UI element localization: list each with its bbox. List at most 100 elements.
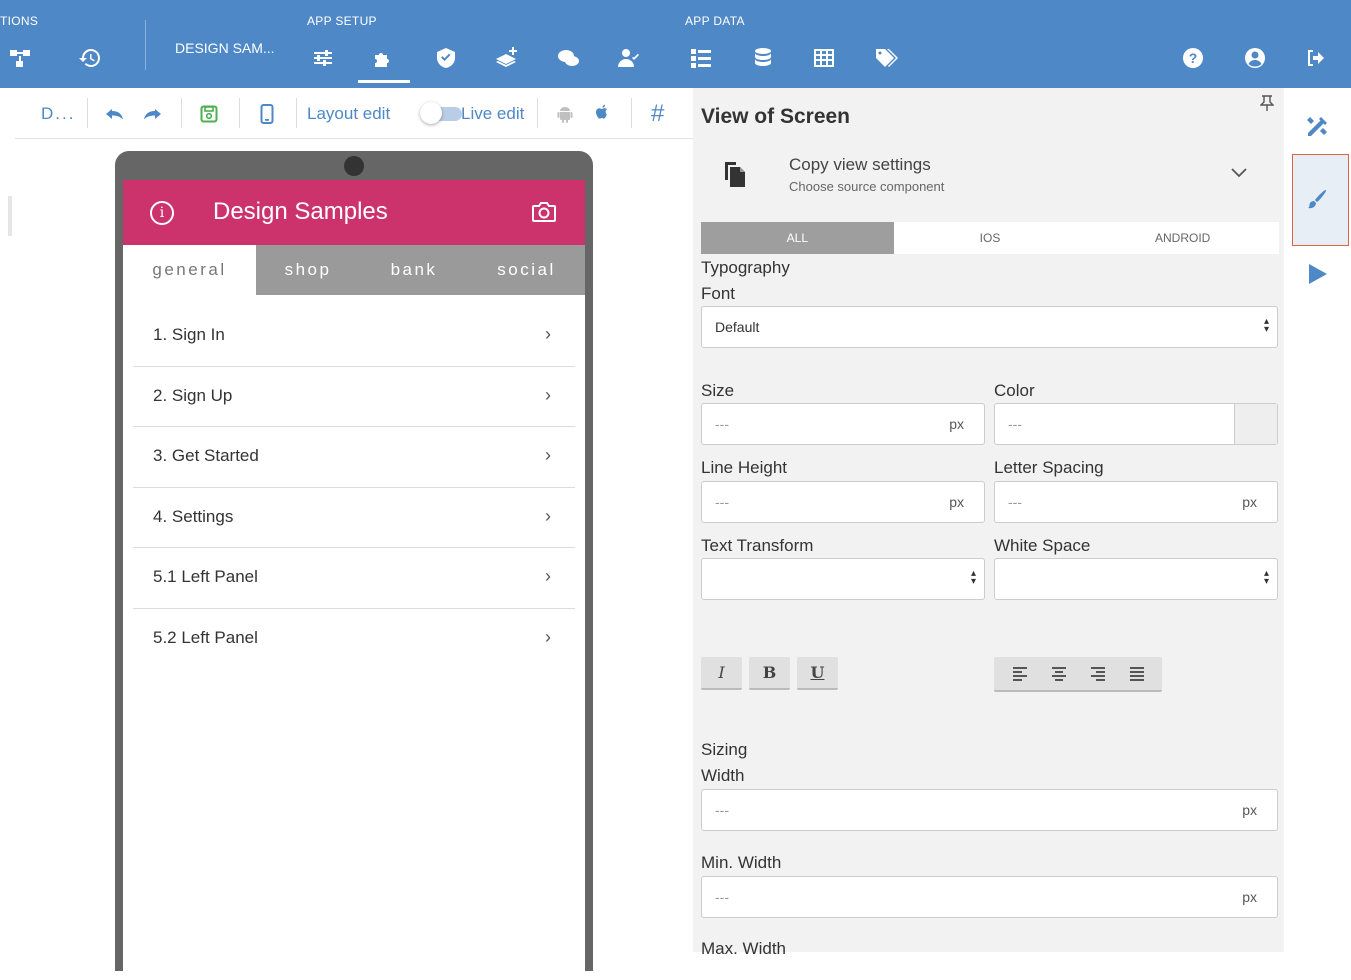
flow-icon[interactable] (6, 44, 34, 72)
placeholder: --- (715, 494, 729, 510)
svg-text:?: ? (1189, 50, 1198, 66)
shield-icon[interactable] (432, 44, 460, 72)
align-center-icon[interactable] (1051, 665, 1066, 683)
screen-selector[interactable]: D... (41, 88, 75, 139)
list-item[interactable]: 3. Get Started › (133, 427, 575, 488)
hash-button[interactable]: # (651, 88, 664, 139)
save-icon[interactable] (200, 88, 218, 139)
database-icon[interactable] (749, 44, 777, 72)
app-name[interactable]: DESIGN SAM... (175, 40, 275, 56)
underline-button[interactable]: U (797, 657, 838, 690)
info-icon[interactable]: i (150, 201, 174, 225)
text-align-group (994, 657, 1162, 692)
live-edit-label: Live edit (461, 103, 525, 123)
color-swatch[interactable] (1234, 404, 1277, 444)
tab-social[interactable]: social (468, 245, 585, 295)
chat-icon[interactable] (554, 44, 582, 72)
user-check-icon[interactable] (615, 44, 643, 72)
font-label: Font (701, 284, 736, 303)
font-value: Default (715, 319, 760, 335)
edit-mode-toggle[interactable] (420, 102, 462, 124)
color-input[interactable]: --- (994, 403, 1278, 445)
list-item-label: 4. Settings (153, 506, 234, 526)
layout-edit-label: Layout edit (307, 103, 391, 123)
chevron-down-icon[interactable] (1231, 162, 1247, 183)
line-height-label: Line Height (701, 458, 788, 477)
list-item[interactable]: 5.2 Left Panel › (133, 609, 575, 670)
paint-brush-icon[interactable] (1304, 187, 1330, 213)
max-width-label: Max. Width (701, 939, 787, 958)
redo-icon[interactable] (142, 88, 162, 139)
chevron-right-icon: › (545, 445, 551, 465)
italic-button[interactable]: I (701, 657, 742, 690)
select-caret-icon: ▴ ▾ (1263, 568, 1269, 587)
unit-label: px (1242, 494, 1257, 510)
right-tool-bar (1284, 88, 1351, 952)
tab-general[interactable]: general (123, 245, 256, 295)
bold-button[interactable]: B (749, 657, 790, 690)
unit-label: px (949, 416, 964, 432)
placeholder: --- (1008, 416, 1022, 432)
list-item[interactable]: 2. Sign Up › (133, 367, 575, 427)
list-item[interactable]: 5.1 Left Panel › (133, 548, 575, 609)
unit-label: px (949, 494, 964, 510)
unit-label: px (1242, 889, 1257, 905)
letter-spacing-input[interactable]: --- px (994, 481, 1278, 523)
align-right-icon[interactable] (1090, 665, 1105, 683)
tags-icon[interactable] (872, 44, 900, 72)
tab-shop[interactable]: shop (256, 245, 360, 295)
select-caret-icon: ▴ ▾ (970, 568, 976, 587)
settings-sliders-icon[interactable] (309, 44, 337, 72)
white-space-select[interactable]: ▴ ▾ (994, 558, 1278, 600)
puzzle-icon[interactable] (369, 44, 397, 72)
device-icon[interactable] (260, 88, 274, 139)
copy-subtitle: Choose source component (789, 179, 945, 194)
user-account-icon[interactable] (1241, 44, 1269, 72)
list-icon[interactable] (687, 44, 715, 72)
scroll-handle[interactable] (8, 196, 12, 236)
table-icon[interactable] (810, 44, 838, 72)
width-input[interactable]: --- px (701, 789, 1278, 831)
list-item-label: 3. Get Started (153, 446, 259, 465)
align-left-icon[interactable] (1012, 665, 1027, 683)
tab-ios[interactable]: IOS (894, 222, 1087, 254)
placeholder: --- (715, 802, 729, 818)
tab-bank[interactable]: bank (360, 245, 468, 295)
size-input[interactable]: --- px (701, 403, 985, 445)
placeholder: --- (715, 889, 729, 905)
undo-icon[interactable] (105, 88, 125, 139)
pin-icon[interactable] (1259, 95, 1275, 116)
divider (239, 98, 240, 128)
history-icon[interactable] (76, 44, 104, 72)
divider (145, 20, 146, 70)
play-icon[interactable] (1304, 261, 1330, 287)
tab-android[interactable]: ANDROID (1086, 222, 1279, 254)
divider (631, 98, 632, 128)
list-item-label: 2. Sign Up (153, 385, 233, 405)
tab-all[interactable]: ALL (701, 222, 894, 254)
logout-icon[interactable] (1302, 44, 1330, 72)
apple-icon[interactable] (594, 88, 610, 139)
screen-list: 1. Sign In › 2. Sign Up › 3. Get Started › … (133, 306, 575, 669)
design-tools-icon[interactable] (1304, 114, 1330, 140)
font-select[interactable]: Default ▴ ▾ (701, 306, 1278, 348)
min-width-input[interactable]: --- px (701, 876, 1278, 918)
panel-title: View of Screen (701, 105, 851, 128)
align-justify-icon[interactable] (1129, 665, 1144, 683)
app-header: i Design Samples (123, 180, 585, 245)
section-label-left: TIONS (0, 14, 39, 28)
text-transform-select[interactable]: ▴ ▾ (701, 558, 985, 600)
unit-label: px (1242, 802, 1257, 818)
top-navigation-bar: TIONS APP SETUP APP DATA DESIGN SAM... ? (0, 0, 1351, 88)
camera-icon[interactable] (531, 201, 557, 228)
android-icon[interactable] (557, 88, 573, 139)
copy-icon (723, 160, 747, 193)
phone-camera (344, 156, 364, 176)
list-item[interactable]: 4. Settings › (133, 488, 575, 548)
copy-view-settings[interactable]: Copy view settings Choose source compone… (723, 154, 1253, 199)
line-height-input[interactable]: --- px (701, 481, 985, 523)
help-icon[interactable]: ? (1179, 44, 1207, 72)
list-item[interactable]: 1. Sign In › (133, 306, 575, 367)
chevron-right-icon: › (545, 566, 551, 586)
layers-add-icon[interactable] (493, 44, 521, 72)
